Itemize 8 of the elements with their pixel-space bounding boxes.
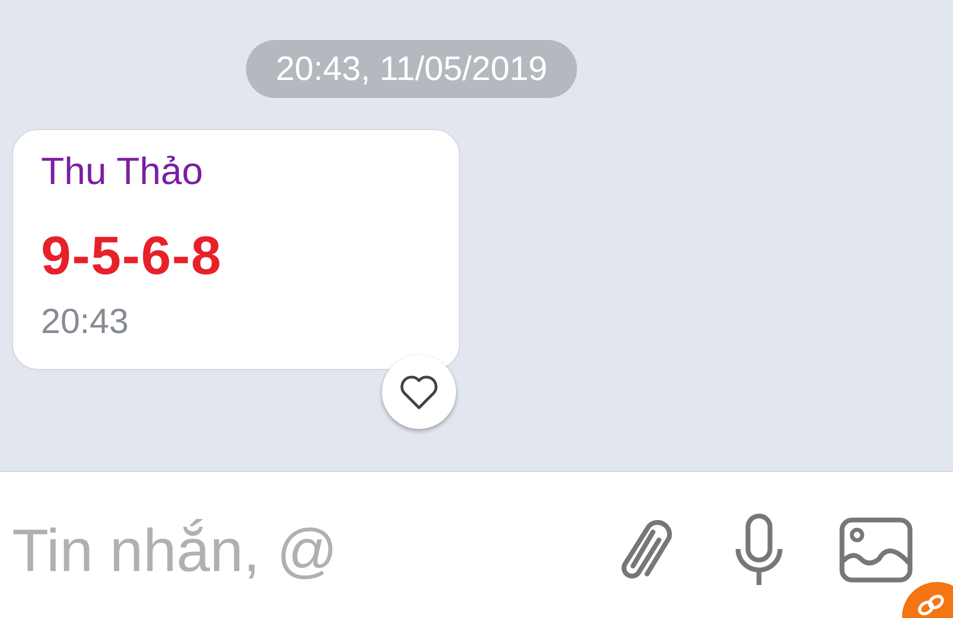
message-input[interactable]: Tin nhắn, @ xyxy=(12,516,560,584)
message-time: 20:43 xyxy=(41,301,130,343)
like-button[interactable] xyxy=(382,355,456,429)
date-divider: 20:43, 11/05/2019 xyxy=(246,40,578,98)
image-icon[interactable] xyxy=(839,517,913,583)
sender-name: Thu Thảo xyxy=(41,150,204,195)
message-text: 9-5-6-8 xyxy=(41,226,224,286)
microphone-icon[interactable] xyxy=(734,513,784,587)
